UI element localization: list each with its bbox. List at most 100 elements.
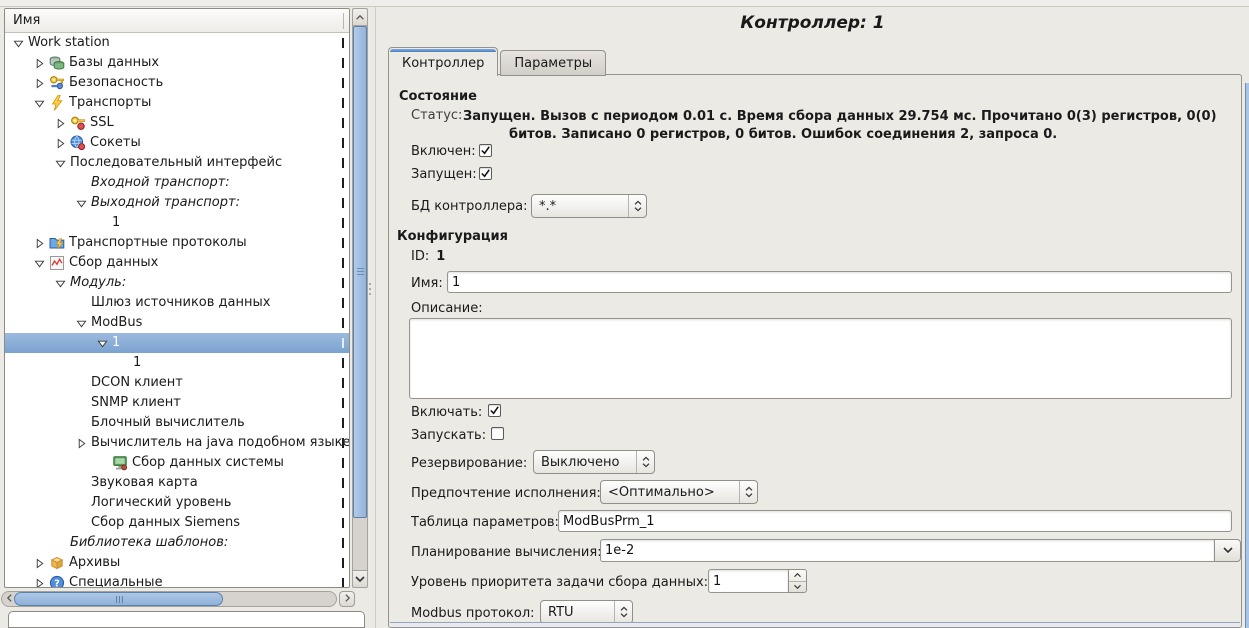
tree-row[interactable]: ModBus xyxy=(5,313,349,333)
tree-row[interactable]: Транспорты xyxy=(5,93,349,113)
name-input[interactable] xyxy=(447,271,1232,293)
expander-spacer xyxy=(76,377,91,389)
tree-row[interactable]: SNMP клиент xyxy=(5,393,349,413)
expander-closed-icon[interactable] xyxy=(34,77,49,89)
to-start-label: Запускать: xyxy=(411,428,486,443)
expander-open-icon[interactable] xyxy=(76,197,91,209)
description-textarea[interactable] xyxy=(409,318,1232,399)
tree-row[interactable]: Библиотека шаблонов: xyxy=(5,533,349,553)
expander-spacer xyxy=(76,177,91,189)
scroll-right-button[interactable] xyxy=(339,591,355,607)
tree-vertical-scrollbar[interactable] xyxy=(352,8,368,588)
preference-combobox[interactable]: <Оптимально> xyxy=(600,480,758,504)
tree-row[interactable]: Звуковая карта xyxy=(5,473,349,493)
tree-row[interactable]: ?Специальные xyxy=(5,573,349,587)
expander-spacer xyxy=(97,217,112,229)
tree-row[interactable]: Базы данных xyxy=(5,53,349,73)
tree-item-label: Последовательный интерфейс xyxy=(70,153,282,173)
expander-closed-icon[interactable] xyxy=(34,557,49,569)
priority-spinbox[interactable] xyxy=(708,569,807,593)
tab-parameters-label: Параметры xyxy=(514,56,592,71)
tree-item-label: Архивы xyxy=(69,553,120,573)
tree-row[interactable]: Модуль: xyxy=(5,273,349,293)
socket-globe-icon xyxy=(70,135,87,151)
expander-open-icon[interactable] xyxy=(76,317,91,329)
expander-closed-icon[interactable] xyxy=(55,117,70,129)
expander-spacer xyxy=(76,417,91,429)
tree-row[interactable]: Блочный вычислитель xyxy=(5,413,349,433)
expander-closed-icon[interactable] xyxy=(34,237,49,249)
spin-up-icon[interactable] xyxy=(789,570,806,582)
protocol-label: Modbus протокол: xyxy=(411,606,535,621)
tree-row[interactable]: 1 xyxy=(5,213,349,233)
folder-protocol-icon xyxy=(49,235,66,251)
column-separator[interactable] xyxy=(343,13,344,29)
param-table-input[interactable] xyxy=(558,510,1232,532)
tree-row[interactable]: Выходной транспорт: xyxy=(5,193,349,213)
schedule-combobox[interactable] xyxy=(600,539,1241,562)
schedule-input[interactable] xyxy=(600,539,1214,562)
preference-value: <Оптимально> xyxy=(608,485,735,500)
tree-row[interactable]: Архивы xyxy=(5,553,349,573)
to-enable-checkbox[interactable] xyxy=(488,404,501,417)
tree-column-header[interactable]: Имя xyxy=(5,9,349,33)
tree-row[interactable]: Сбор данных системы xyxy=(5,453,349,473)
horizontal-scrollbar-thumb[interactable] xyxy=(14,592,223,606)
expander-open-icon[interactable] xyxy=(55,157,70,169)
started-label: Запущен: xyxy=(411,167,477,182)
check-icon xyxy=(480,145,491,156)
redundancy-combobox[interactable]: Выключено xyxy=(533,450,655,474)
tree-item-label: DCON клиент xyxy=(91,373,183,393)
tree-row[interactable]: Входной транспорт: xyxy=(5,173,349,193)
tree-row[interactable]: Безопасность xyxy=(5,73,349,93)
expander-closed-icon[interactable] xyxy=(34,57,49,69)
panel-splitter-handle[interactable] xyxy=(369,280,372,302)
expander-open-icon[interactable] xyxy=(13,37,28,49)
spin-buttons[interactable] xyxy=(788,569,807,593)
tree-row[interactable]: Транспортные протоколы xyxy=(5,233,349,253)
expander-closed-icon[interactable] xyxy=(55,137,70,149)
tree-row[interactable]: Сбор данных xyxy=(5,253,349,273)
dropdown-button[interactable] xyxy=(1214,539,1241,562)
database-icon xyxy=(49,55,66,71)
tree-row-selected[interactable]: 1 xyxy=(5,333,349,353)
scrollbar-grip xyxy=(357,268,364,269)
expander-closed-icon[interactable] xyxy=(76,437,91,449)
started-checkbox[interactable] xyxy=(479,167,492,180)
priority-input[interactable] xyxy=(708,569,788,593)
expander-open-icon[interactable] xyxy=(34,97,49,109)
chevron-up-icon xyxy=(355,10,365,25)
tree-row[interactable]: Сокеты xyxy=(5,133,349,153)
controller-db-combobox[interactable]: *.* xyxy=(531,194,647,218)
tab-controller[interactable]: Контроллер xyxy=(388,47,498,76)
scroll-up-button[interactable] xyxy=(353,9,367,26)
tab-parameters[interactable]: Параметры xyxy=(500,50,606,76)
tree-row[interactable]: Логический уровень xyxy=(5,493,349,513)
combo-arrows-icon xyxy=(636,451,654,473)
spin-down-icon[interactable] xyxy=(789,582,806,593)
tree-horizontal-scrollbar[interactable] xyxy=(1,591,337,607)
panel-vertical-scrollbar[interactable] xyxy=(1245,83,1249,628)
protocol-combobox[interactable]: RTU xyxy=(540,600,633,624)
tree-row[interactable]: Последовательный интерфейс xyxy=(5,153,349,173)
chevron-left-icon xyxy=(6,592,13,607)
tree-item-label: Библиотека шаблонов: xyxy=(70,533,228,553)
enabled-label: Включен: xyxy=(411,144,476,159)
to-start-checkbox[interactable] xyxy=(491,427,504,440)
expander-closed-icon[interactable] xyxy=(34,577,49,587)
enabled-checkbox[interactable] xyxy=(479,144,492,157)
expander-open-icon[interactable] xyxy=(34,257,49,269)
tree-item-label: SNMP клиент xyxy=(91,393,181,413)
tree-row[interactable]: Вычислитель на java подобном языке xyxy=(5,433,349,453)
tree-row[interactable]: 1 xyxy=(5,353,349,373)
tree-row[interactable]: Work station xyxy=(5,33,349,53)
tree-row[interactable]: Шлюз источников данных xyxy=(5,293,349,313)
vertical-scrollbar-thumb[interactable] xyxy=(353,26,367,518)
expander-open-icon[interactable] xyxy=(97,337,112,349)
tree-row[interactable]: DCON клиент xyxy=(5,373,349,393)
expander-open-icon[interactable] xyxy=(55,277,70,289)
scroll-down-button[interactable] xyxy=(353,570,367,587)
tree-row[interactable]: Сбор данных Siemens xyxy=(5,513,349,533)
scrollbar-grip xyxy=(119,596,120,603)
tree-row[interactable]: SSL xyxy=(5,113,349,133)
